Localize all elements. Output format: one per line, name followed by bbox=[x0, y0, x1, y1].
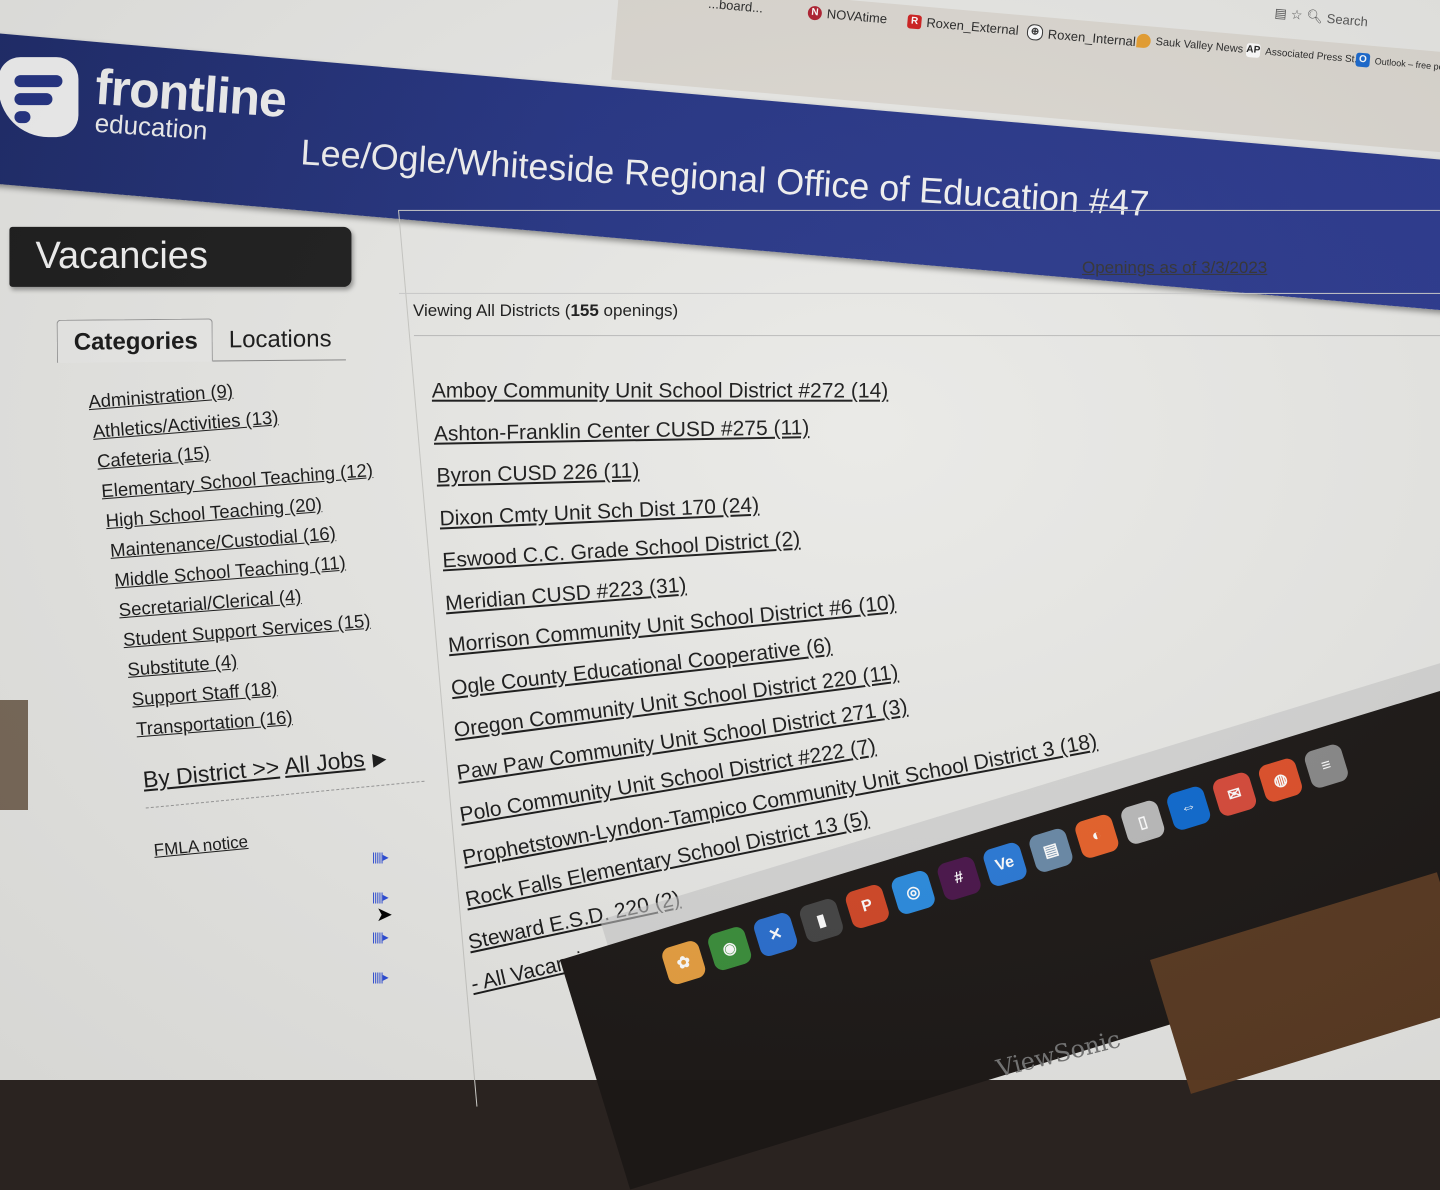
main-header: Openings as of 3/3/2023 bbox=[398, 209, 1440, 294]
novatime-icon: N bbox=[807, 5, 823, 21]
by-district-link[interactable]: By District >> bbox=[142, 754, 281, 793]
district-link[interactable]: Ashton-Franklin Center CUSD #275 (11) bbox=[434, 411, 1069, 446]
play-arrow-icon: ▶ bbox=[371, 748, 388, 770]
by-district-breadcrumb: By District >> All Jobs ▶ bbox=[142, 743, 388, 793]
brand-wordmark[interactable]: frontline education bbox=[92, 59, 287, 147]
photo-edge bbox=[0, 700, 28, 810]
bookmark-roxen-external[interactable]: R Roxen_External bbox=[906, 13, 1019, 38]
bookmark-novatime[interactable]: N NOVAtime bbox=[807, 5, 888, 27]
star-icon[interactable]: ☆ bbox=[1290, 7, 1303, 24]
bookmark-sauk-valley-news[interactable]: Sauk Valley News bbox=[1136, 33, 1244, 56]
openings-as-of-link[interactable]: Openings as of 3/3/2023 bbox=[1082, 258, 1267, 278]
fmla-notice-link[interactable]: FMLA notice bbox=[153, 832, 249, 861]
category-list: Administration (9) Athletics/Activities … bbox=[88, 369, 394, 750]
vacancies-heading: Vacancies bbox=[9, 226, 352, 287]
district-link[interactable]: Byron CUSD 226 (11) bbox=[436, 448, 1072, 489]
screen: ...board... N NOVAtime R Roxen_External ⊕ R… bbox=[0, 0, 1440, 1190]
bookmark-associated-press[interactable]: AP Associated Press St... bbox=[1245, 42, 1364, 67]
outlook-icon: O bbox=[1355, 52, 1371, 68]
flag-icon: |||||▸ bbox=[372, 970, 389, 984]
viewing-summary: Viewing All Districts (155 openings) bbox=[412, 301, 679, 321]
mouse-cursor-icon: ➤ bbox=[376, 904, 393, 926]
all-jobs-link[interactable]: All Jobs bbox=[283, 745, 366, 779]
tab-categories[interactable]: Categories bbox=[56, 318, 213, 363]
openings-count: 155 bbox=[570, 301, 599, 321]
roxen-icon: R bbox=[906, 13, 923, 29]
search-box[interactable]: ▤ ☆ 🔍︎ Search bbox=[1274, 5, 1369, 29]
flag-markers: |||||▸ |||||▸ |||||▸ |||||▸ bbox=[372, 850, 408, 1010]
globe-icon: ⊕ bbox=[1026, 23, 1044, 42]
ap-icon: AP bbox=[1245, 42, 1261, 59]
sidebar-tabs: Categories Locations bbox=[56, 317, 346, 363]
flag-icon: |||||▸ bbox=[372, 850, 389, 864]
search-icon: 🔍︎ bbox=[1305, 7, 1324, 25]
district-link[interactable]: Amboy Community Unit School District #27… bbox=[432, 380, 1065, 404]
frontline-logo-icon[interactable] bbox=[0, 57, 79, 138]
tab-locations[interactable]: Locations bbox=[212, 317, 346, 362]
bookmark-outlook[interactable]: O Outlook – free pers... bbox=[1355, 52, 1440, 75]
flag-icon: |||||▸ bbox=[372, 930, 389, 944]
reader-icon[interactable]: ▤ bbox=[1274, 5, 1288, 22]
bookmark-roxen-internal[interactable]: ⊕ Roxen_Internal bbox=[1026, 23, 1136, 49]
pin-icon bbox=[1136, 33, 1152, 49]
bookmark-dashboard[interactable]: ...board... bbox=[708, 0, 764, 16]
